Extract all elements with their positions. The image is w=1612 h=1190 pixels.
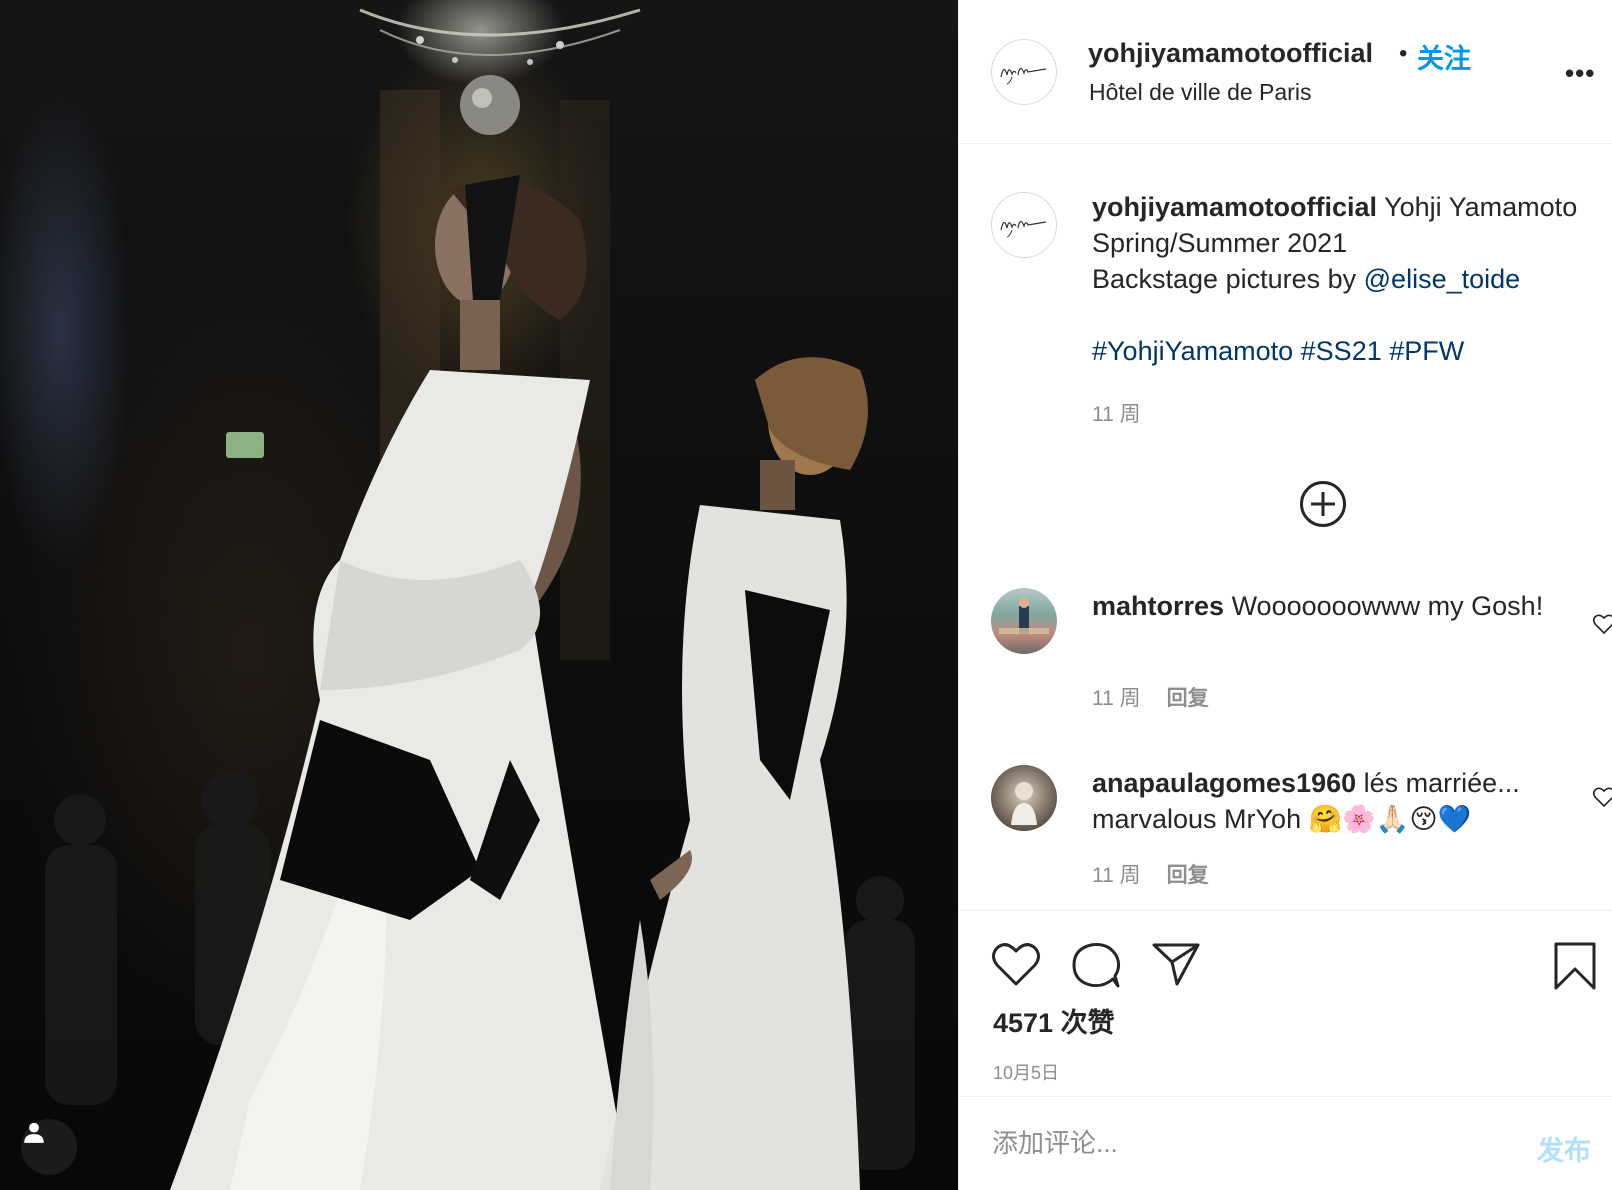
post-header: yohjiyamamotoofficial • 关注 Hôtel de vill…: [959, 0, 1612, 144]
caption-text: yohjiyamamotoofficial Yohji Yamamoto Spr…: [1092, 189, 1602, 369]
commenter-username[interactable]: mahtorres: [1092, 591, 1224, 621]
mention-link[interactable]: @elise_toide: [1364, 264, 1521, 294]
commenter-username[interactable]: anapaulagomes1960: [1092, 768, 1356, 798]
comment-text: mahtorres Wooooooowww my Gosh!: [1092, 588, 1562, 624]
hashtag-link[interactable]: #PFW: [1389, 336, 1464, 366]
commenter-avatar[interactable]: [991, 588, 1057, 654]
comment-text: anapaulagomes1960 lés marriée... marvalo…: [1092, 765, 1562, 837]
author-username[interactable]: yohjiyamamotoofficial: [1088, 38, 1373, 69]
yohji-signature-logo-icon: [1000, 67, 1047, 85]
heart-icon[interactable]: [991, 941, 1041, 987]
yohji-signature-logo-icon: [1000, 220, 1047, 238]
hashtag-link[interactable]: #SS21: [1301, 336, 1382, 366]
caption-author-username[interactable]: yohjiyamamotoofficial: [1092, 192, 1377, 222]
commenter-avatar[interactable]: [991, 765, 1057, 831]
post-location[interactable]: Hôtel de ville de Paris: [1089, 79, 1311, 106]
comment-time[interactable]: 11 周: [1092, 687, 1141, 710]
comment-body: Wooooooowww my Gosh!: [1231, 591, 1544, 621]
more-options-icon[interactable]: •••: [1565, 60, 1595, 86]
caption-time[interactable]: 11 周: [1092, 398, 1141, 428]
caption-line-2: Backstage pictures by: [1092, 264, 1364, 294]
comment-meta: 11 周 回复: [1092, 859, 1209, 889]
separator-dot: •: [1399, 40, 1408, 67]
avatar-photo-icon: [999, 598, 1049, 634]
user-icon: [24, 1122, 44, 1143]
tagged-users-button[interactable]: [21, 1119, 77, 1175]
comment-heart-icon[interactable]: [1592, 785, 1612, 809]
post-sidebar: yohjiyamamotoofficial • 关注 Hôtel de vill…: [958, 0, 1612, 1190]
share-icon[interactable]: [1151, 941, 1201, 987]
comment-time[interactable]: 11 周: [1092, 864, 1141, 887]
comment-input[interactable]: [992, 1119, 1472, 1167]
caption-author-avatar[interactable]: [991, 192, 1057, 258]
model-back: [600, 357, 868, 1190]
comment-icon[interactable]: [1071, 941, 1121, 989]
follow-button[interactable]: 关注: [1417, 37, 1471, 76]
reply-button[interactable]: 回复: [1167, 864, 1209, 887]
post-comment-button[interactable]: 发布: [1537, 1129, 1591, 1168]
post-date[interactable]: 10月5日: [993, 1059, 1059, 1085]
author-avatar[interactable]: [991, 39, 1057, 105]
add-comment-bar: 发布: [959, 1096, 1612, 1190]
comment-heart-icon[interactable]: [1592, 612, 1612, 636]
hashtag-link[interactable]: #YohjiYamamoto: [1092, 336, 1293, 366]
post-photo[interactable]: [0, 0, 958, 1190]
runway-photo-illustration: [45, 8, 915, 1190]
like-count[interactable]: 4571 次赞: [993, 1001, 1115, 1040]
plus-circle-icon[interactable]: [1299, 480, 1347, 528]
comment-meta: 11 周 回复: [1092, 682, 1209, 712]
bookmark-icon[interactable]: [1553, 941, 1597, 991]
reply-button[interactable]: 回复: [1167, 687, 1209, 710]
post-actions: 4571 次赞 10月5日: [959, 910, 1612, 1096]
avatar-photo-icon: [1011, 782, 1037, 825]
